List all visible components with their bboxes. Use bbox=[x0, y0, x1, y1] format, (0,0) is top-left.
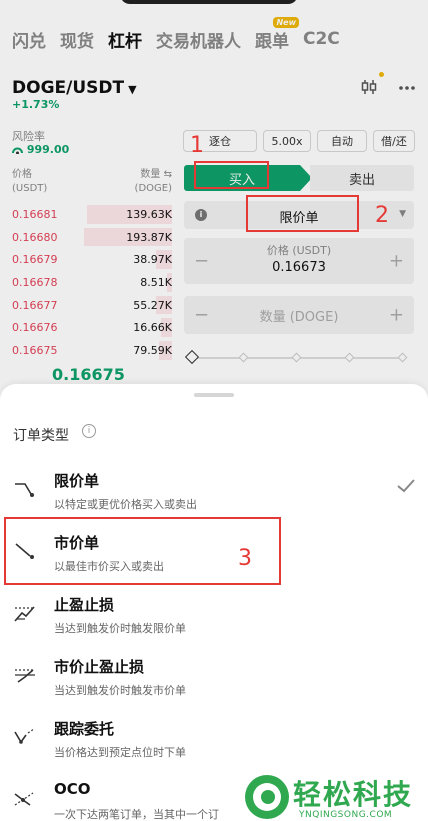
info-icon[interactable]: i bbox=[82, 424, 96, 438]
ask-quantity: 55.27K bbox=[133, 298, 172, 312]
sheet-handle[interactable] bbox=[194, 393, 234, 397]
option-name: 限价单 bbox=[54, 472, 100, 490]
watermark-subtext: YNQINGSONG.COM bbox=[299, 810, 393, 820]
sheet-title: 订单类型 bbox=[13, 428, 69, 444]
stop-limit-icon bbox=[14, 606, 35, 622]
leaf-logo-core bbox=[261, 790, 275, 804]
annotation-number-2: 2 bbox=[375, 203, 389, 228]
order-type-sheet: 订单类型 i 限价单 以特定或更优价格买入或卖出 市价单 以最佳市价买入或卖出 … bbox=[0, 384, 428, 821]
annotation-box-buy bbox=[194, 161, 269, 189]
option-desc: 当达到触发价时触发市价单 bbox=[54, 684, 186, 697]
option-desc: 当价格达到预定点位时下单 bbox=[54, 746, 186, 759]
stop-market-icon bbox=[15, 669, 35, 683]
option-name: OCO bbox=[54, 780, 91, 798]
option-desc: 当达到触发价时触发限价单 bbox=[54, 622, 186, 635]
ask-quantity: 79.59K bbox=[133, 343, 172, 357]
option-desc: 以特定或更优价格买入或卖出 bbox=[54, 498, 197, 511]
annotation-number-3: 3 bbox=[238, 546, 252, 571]
oco-icon bbox=[14, 792, 34, 806]
option-trailing-stop[interactable]: 跟踪委托 当价格达到预定点位时下单 bbox=[0, 714, 428, 770]
option-name: 市价止盈止损 bbox=[54, 658, 145, 676]
option-limit-order[interactable]: 限价单 以特定或更优价格买入或卖出 bbox=[0, 466, 428, 522]
ask-quantity: 38.97K bbox=[133, 253, 172, 267]
ask-quantity: 16.66K bbox=[133, 321, 172, 335]
checkmark-icon bbox=[397, 479, 415, 493]
option-stop-limit[interactable]: 止盈止损 当达到触发价时触发限价单 bbox=[0, 590, 428, 646]
ask-quantity: 139.63K bbox=[126, 207, 172, 221]
ask-quantity: 193.87K bbox=[126, 230, 172, 244]
option-name: 跟踪委托 bbox=[54, 720, 115, 738]
annotation-box-order-type bbox=[246, 195, 359, 232]
dim-overlay bbox=[0, 0, 428, 400]
annotation-number-1: 1 bbox=[190, 133, 204, 158]
watermark-text: 轻松科技 bbox=[293, 778, 414, 811]
ask-quantity: 8.51K bbox=[140, 275, 172, 289]
option-desc: 一次下达两笔订单，当其中一个订 bbox=[54, 808, 219, 821]
option-stop-market[interactable]: 市价止盈止损 当达到触发价时触发市价单 bbox=[0, 652, 428, 708]
option-name: 止盈止损 bbox=[54, 596, 115, 614]
limit-order-icon bbox=[15, 483, 34, 497]
watermark-logo: 轻松科技 YNQINGSONG.COM bbox=[241, 773, 428, 821]
trailing-stop-icon bbox=[14, 728, 35, 744]
